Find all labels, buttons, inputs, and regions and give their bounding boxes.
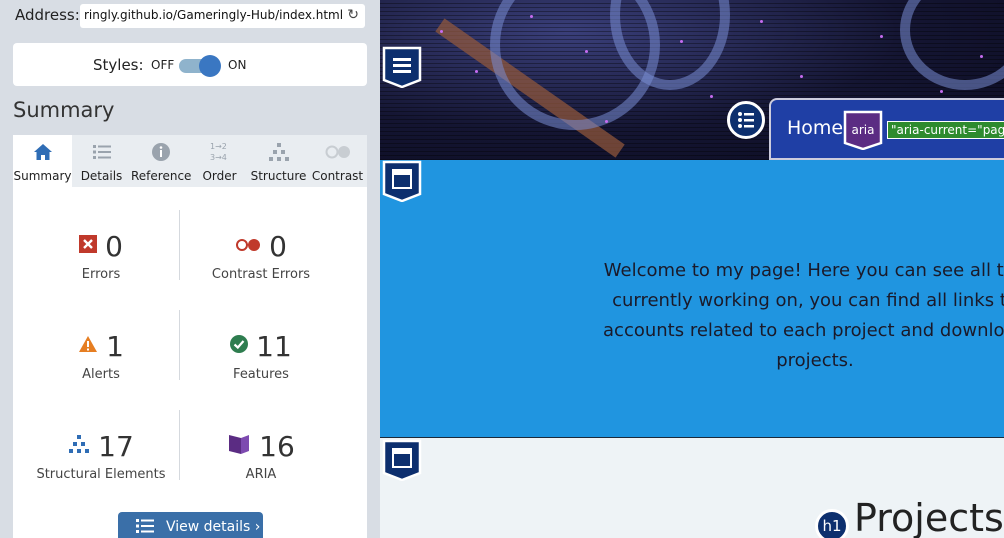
summary-title: Summary <box>13 98 115 122</box>
alerts-label: Alerts <box>82 367 120 382</box>
star <box>880 35 883 38</box>
section-landmark-icon[interactable] <box>382 439 422 482</box>
projects-section: h1 Projects <box>380 437 1004 538</box>
errors-label: Errors <box>81 267 121 282</box>
star <box>760 20 763 23</box>
tab-label: Structure <box>250 169 307 183</box>
structural-stat[interactable]: 17 Structural Elements <box>16 427 186 483</box>
svg-text:3→4: 3→4 <box>210 153 227 162</box>
address-label: Address: <box>15 6 80 24</box>
projects-heading: Projects <box>854 496 1004 538</box>
contrast-errors-stat[interactable]: 0 Contrast Errors <box>176 227 346 283</box>
tab-summary[interactable]: Summary <box>13 135 72 187</box>
error-icon <box>79 235 98 257</box>
star <box>710 95 713 98</box>
star <box>530 15 533 18</box>
summary-stats: 0 Errors 0 Contrast Errors 1 Alerts 11 F… <box>13 187 367 538</box>
list-icon <box>72 141 131 163</box>
welcome-text: Welcome to my page! Here you can see all… <box>585 256 1004 376</box>
toggle-knob <box>199 55 221 77</box>
structural-label: Structural Elements <box>36 467 166 482</box>
svg-text:1→2: 1→2 <box>210 142 227 151</box>
aria-current-annotation: "aria-current="page <box>887 121 1004 139</box>
address-bar: Address: ringly.github.io/Gameringly-Hub… <box>0 0 380 32</box>
welcome-line: Welcome to my page! Here you can see all… <box>603 260 1004 281</box>
contrast-icon <box>308 141 367 163</box>
errors-count: 0 <box>105 229 123 263</box>
tab-label: Summary <box>13 169 72 183</box>
structure-icon <box>249 141 308 163</box>
styles-card: Styles: OFF ON <box>13 43 367 86</box>
navigation-landmark-icon[interactable] <box>727 101 765 139</box>
tab-label: Details <box>80 169 123 183</box>
aria-badge-text: aria <box>852 123 875 137</box>
star <box>475 70 478 73</box>
styles-toggle[interactable] <box>179 55 221 77</box>
check-icon <box>230 335 249 357</box>
welcome-line: accounts related to each project and dow… <box>603 320 1004 341</box>
alerts-stat[interactable]: 1 Alerts <box>16 327 186 382</box>
alert-icon <box>78 335 98 357</box>
tab-details[interactable]: Details <box>72 135 131 187</box>
list-icon <box>136 518 154 534</box>
star <box>605 120 608 123</box>
tab-reference[interactable]: Reference <box>131 135 192 187</box>
main-landmark-icon[interactable] <box>382 160 422 203</box>
star <box>585 50 588 53</box>
aria-icon[interactable]: aria <box>843 110 883 151</box>
aria-stat[interactable]: 16 ARIA <box>176 427 346 482</box>
structural-count: 17 <box>98 429 134 463</box>
star <box>440 30 443 33</box>
wave-panel: Address: ringly.github.io/Gameringly-Hub… <box>0 0 380 538</box>
reload-icon[interactable]: ↻ <box>347 7 359 23</box>
header-landmark-icon[interactable] <box>382 46 422 89</box>
view-details-button[interactable]: View details › <box>118 512 263 538</box>
tab-bar: Summary Details Reference 1→2 3→4 Order S… <box>13 135 367 187</box>
navbar: Home aria "aria-current="page <box>769 98 1004 160</box>
contrast-error-icon <box>235 237 261 256</box>
star <box>980 55 983 58</box>
contrast-errors-count: 0 <box>269 229 287 263</box>
star <box>940 90 943 93</box>
decorative-swirl <box>900 0 1004 90</box>
star <box>800 75 803 78</box>
address-input[interactable]: ringly.github.io/Gameringly-Hub/index.ht… <box>80 4 365 28</box>
hero-background: Home aria "aria-current="page <box>380 0 1004 160</box>
contrast-errors-label: Contrast Errors <box>211 267 311 282</box>
aria-count: 16 <box>259 429 295 463</box>
styles-on-label: ON <box>228 58 247 72</box>
structure-icon <box>68 434 90 458</box>
errors-stat[interactable]: 0 Errors <box>16 227 186 282</box>
styles-off-label: OFF <box>151 58 175 72</box>
tab-contrast[interactable]: Contrast <box>308 135 367 187</box>
home-link[interactable]: Home <box>787 117 843 139</box>
styles-label: Styles: <box>93 56 144 74</box>
tab-structure[interactable]: Structure <box>249 135 308 187</box>
star <box>680 40 683 43</box>
welcome-line: currently working on, you can find all l… <box>612 290 1004 311</box>
view-details-label: View details › <box>166 519 261 535</box>
aria-icon <box>227 432 251 460</box>
page-preview: Home aria "aria-current="page Welcome to… <box>380 0 1004 538</box>
features-count: 11 <box>256 329 292 363</box>
welcome-line: projects. <box>776 350 854 371</box>
features-stat[interactable]: 11 Features <box>176 327 346 382</box>
tab-label: Order <box>202 169 237 183</box>
h1-heading-icon[interactable]: h1 <box>815 509 849 538</box>
alerts-count: 1 <box>106 329 124 363</box>
aria-label: ARIA <box>245 467 277 482</box>
tab-label: Contrast <box>311 169 364 183</box>
tab-label: Reference <box>131 169 192 183</box>
features-label: Features <box>233 367 289 382</box>
home-icon <box>13 141 72 163</box>
tab-order[interactable]: 1→2 3→4 Order <box>190 135 249 187</box>
address-value: ringly.github.io/Gameringly-Hub/index.ht… <box>84 8 344 22</box>
info-icon <box>131 141 190 163</box>
welcome-section: Welcome to my page! Here you can see all… <box>380 160 1004 437</box>
order-icon: 1→2 3→4 <box>190 141 249 163</box>
